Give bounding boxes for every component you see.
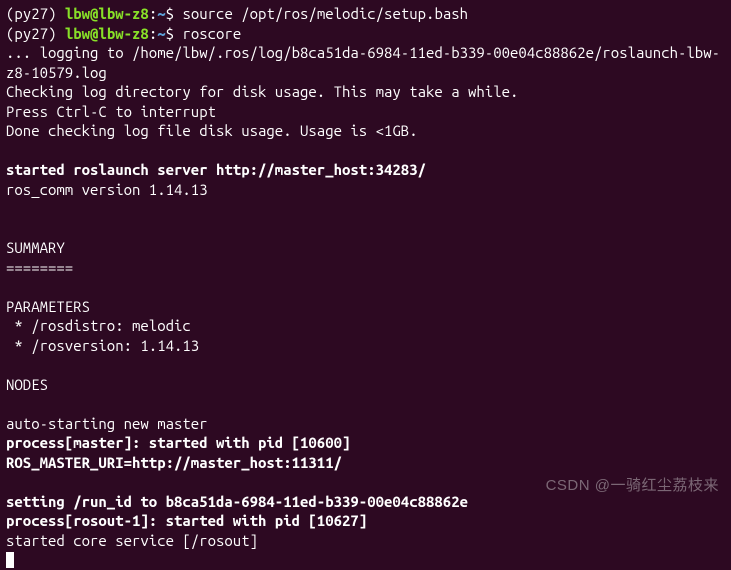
runid-line: setting /run_id to b8ca51da-6984-11ed-b3… [6,492,725,512]
cwd-path: ~ [157,25,165,42]
blank-line [6,199,725,219]
colon: : [149,5,157,22]
blank-line [6,277,725,297]
cwd-path: ~ [157,5,165,22]
colon: : [149,25,157,42]
summary-title: SUMMARY [6,238,725,258]
summary-sep: ======== [6,258,725,278]
prompt-line-2: (py27) lbw@lbw-z8:~$ roscore [6,24,725,44]
blank-line [6,394,725,414]
blank-line [6,141,725,161]
process-rosout-line: process[rosout-1]: started with pid [106… [6,511,725,531]
prompt-dollar: $ [166,25,183,42]
user-host: lbw@lbw-z8 [65,5,149,22]
prompt-dollar: $ [166,5,183,22]
output-line: Press Ctrl-C to interrupt [6,102,725,122]
output-line: ... logging to /home/lbw/.ros/log/b8ca51… [6,43,725,82]
params-title: PARAMETERS [6,297,725,317]
output-line: Done checking log file disk usage. Usage… [6,121,725,141]
param-line: * /rosdistro: melodic [6,316,725,336]
blank-line [6,355,725,375]
user-host: lbw@lbw-z8 [65,25,149,42]
core-service-line: started core service [/rosout] [6,531,725,551]
output-line: Checking log directory for disk usage. T… [6,82,725,102]
env-prefix: (py27) [6,25,65,42]
cursor-line [6,550,725,570]
ros-master-uri-line: ROS_MASTER_URI=http://master_host:11311/ [6,453,725,473]
env-prefix: (py27) [6,5,65,22]
process-master-line: process[master]: started with pid [10600… [6,433,725,453]
command-text: source /opt/ros/melodic/setup.bash [182,5,468,22]
param-line: * /rosversion: 1.14.13 [6,336,725,356]
blank-line [6,219,725,239]
cursor-block [6,552,14,568]
terminal-output[interactable]: (py27) lbw@lbw-z8:~$ source /opt/ros/mel… [6,4,725,570]
blank-line [6,472,725,492]
command-text: roscore [182,25,241,42]
prompt-line-1: (py27) lbw@lbw-z8:~$ source /opt/ros/mel… [6,4,725,24]
autostart-line: auto-starting new master [6,414,725,434]
version-line: ros_comm version 1.14.13 [6,180,725,200]
server-line: started roslaunch server http://master_h… [6,160,725,180]
nodes-title: NODES [6,375,725,395]
